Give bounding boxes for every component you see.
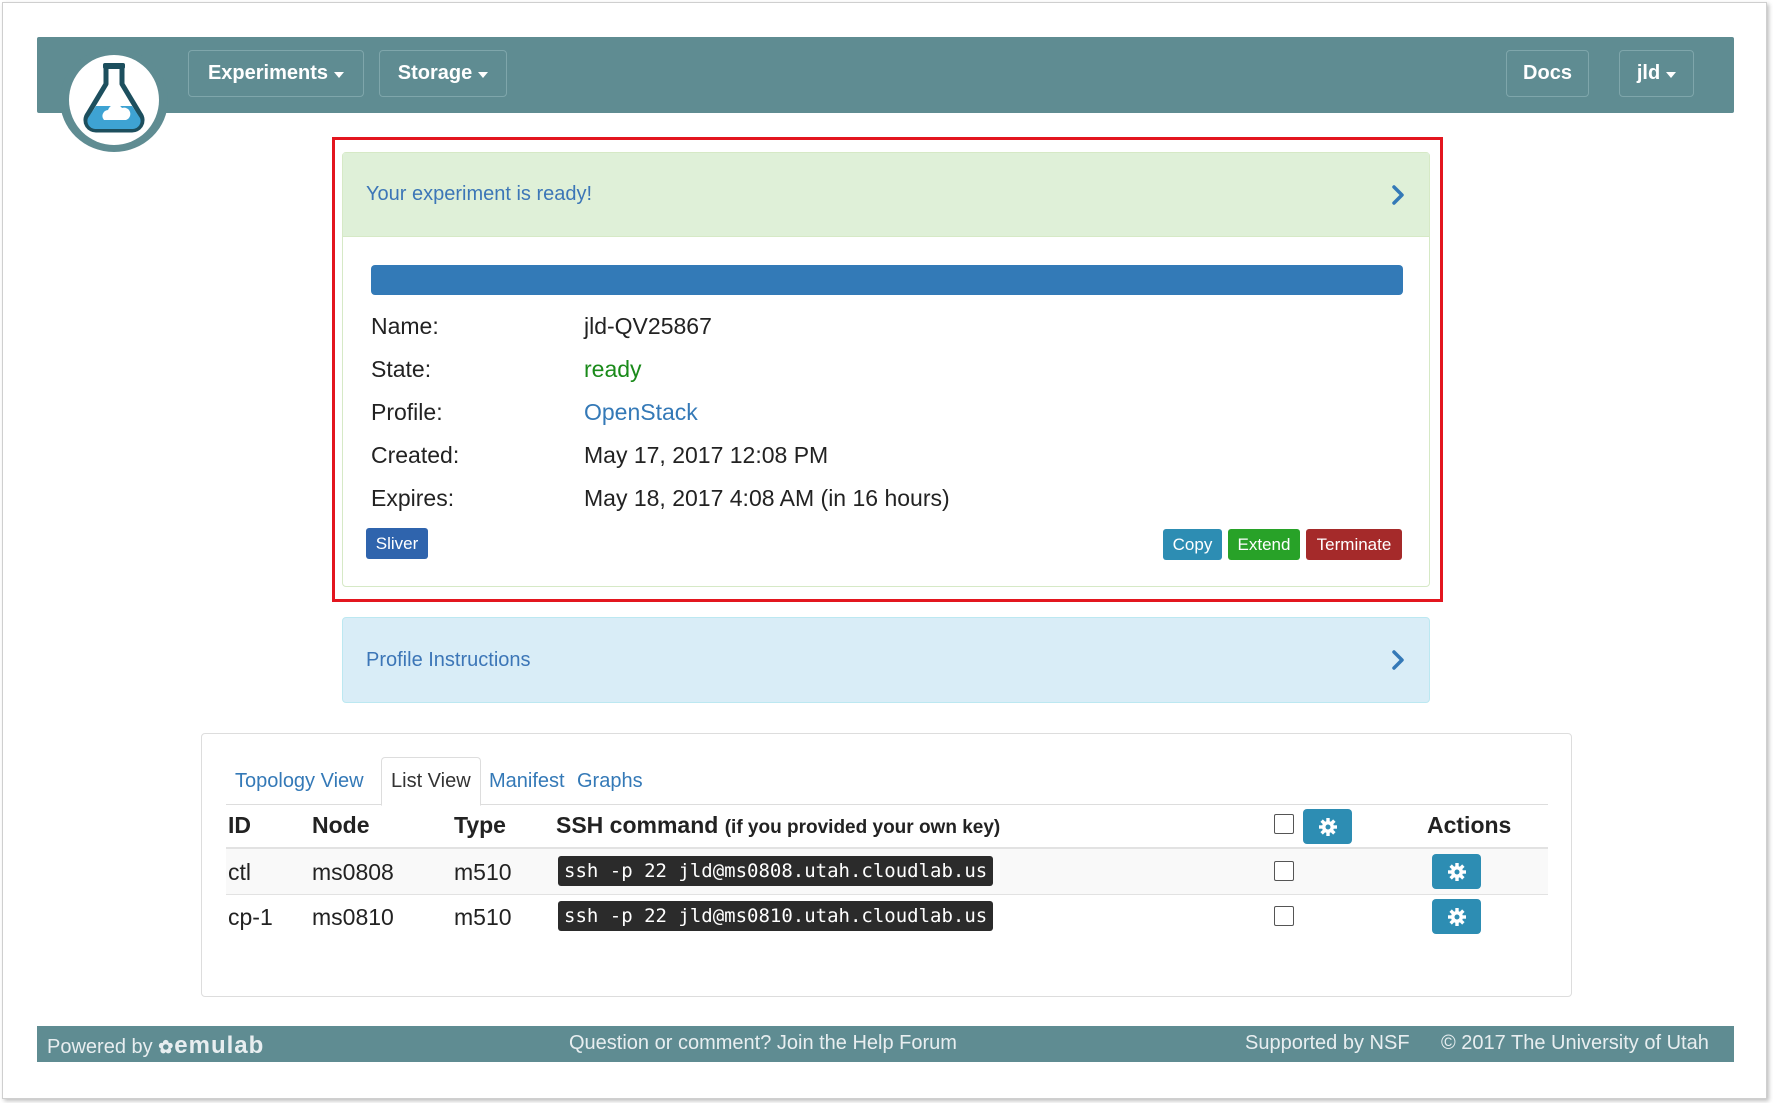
docs-button[interactable]: Docs bbox=[1506, 50, 1589, 97]
caret-down-icon bbox=[334, 72, 345, 78]
row-node: ms0808 bbox=[312, 859, 394, 885]
flask-cloud-icon bbox=[69, 55, 159, 145]
docs-label: Docs bbox=[1523, 62, 1572, 84]
col-header-ssh: SSH command (if you provided your own ke… bbox=[556, 812, 1000, 839]
name-value: jld-QV25867 bbox=[584, 313, 712, 339]
copyright-text: © 2017 The University of Utah bbox=[1441, 1032, 1709, 1054]
chevron-right-icon bbox=[1392, 184, 1404, 205]
row-id: ctl bbox=[228, 859, 251, 885]
view-tabs: Topology View List View Manifest Graphs bbox=[226, 757, 1548, 806]
name-label: Name: bbox=[371, 313, 439, 339]
row-select-checkbox[interactable] bbox=[1274, 861, 1294, 881]
bulk-actions-button[interactable] bbox=[1303, 809, 1352, 844]
row-node: ms0810 bbox=[312, 904, 394, 930]
experiments-menu-button[interactable]: Experiments bbox=[188, 50, 364, 97]
profile-link[interactable]: OpenStack bbox=[584, 399, 698, 426]
row-actions-button[interactable] bbox=[1432, 899, 1481, 934]
nsf-link[interactable]: Supported by NSF bbox=[1245, 1032, 1410, 1055]
emulab-brand-text: emulab bbox=[174, 1032, 265, 1059]
created-label: Created: bbox=[371, 442, 460, 468]
created-value: May 17, 2017 12:08 PM bbox=[584, 442, 829, 468]
ssh-header-note: (if you provided your own key) bbox=[724, 817, 1001, 838]
extend-button-label: Extend bbox=[1237, 534, 1291, 554]
terminate-button-label: Terminate bbox=[1316, 534, 1392, 554]
copy-button[interactable]: Copy bbox=[1163, 529, 1222, 560]
powered-by-label: Powered by bbox=[47, 1036, 153, 1058]
ssh-header-label: SSH command bbox=[556, 812, 719, 838]
experiments-menu-label: Experiments bbox=[207, 62, 329, 84]
gear-icon bbox=[1447, 862, 1466, 881]
tab-graphs[interactable]: Graphs bbox=[568, 757, 652, 805]
tab-topology-view[interactable]: Topology View bbox=[226, 757, 373, 805]
expires-label: Expires: bbox=[371, 485, 455, 511]
profile-instructions-panel[interactable]: Profile Instructions bbox=[342, 617, 1430, 703]
row-select-checkbox[interactable] bbox=[1274, 906, 1294, 926]
profile-instructions-heading: Profile Instructions bbox=[366, 648, 531, 671]
gear-icon bbox=[1447, 907, 1466, 926]
experiment-status-panel: Your experiment is ready! Name: jld-QV25… bbox=[342, 152, 1430, 587]
user-menu-label: jld bbox=[1636, 62, 1661, 84]
footer-powered-by: Powered by ✿emulab bbox=[47, 1032, 264, 1060]
select-all-checkbox[interactable] bbox=[1274, 814, 1294, 834]
experiment-progress-bar bbox=[371, 265, 1403, 295]
row-divider bbox=[226, 894, 1548, 895]
row-actions-button[interactable] bbox=[1432, 854, 1481, 889]
sliver-button[interactable]: Sliver bbox=[366, 528, 428, 559]
ssh-command[interactable]: ssh -p 22 jld@ms0808.utah.cloudlab.us bbox=[558, 856, 994, 886]
row-type: m510 bbox=[454, 904, 512, 930]
expires-value: May 18, 2017 4:08 AM (in 16 hours) bbox=[584, 485, 950, 511]
emulab-logo[interactable]: ✿emulab bbox=[158, 1032, 264, 1059]
copy-button-label: Copy bbox=[1172, 534, 1213, 554]
nodes-list-panel: Topology View List View Manifest Graphs … bbox=[201, 733, 1572, 997]
state-label: State: bbox=[371, 356, 432, 382]
col-header-id: ID bbox=[228, 812, 251, 838]
chevron-right-icon bbox=[1392, 650, 1404, 670]
row-type: m510 bbox=[454, 859, 512, 885]
sliver-button-label: Sliver bbox=[375, 533, 419, 553]
page-footer: Powered by ✿emulab Question or comment? … bbox=[37, 1026, 1734, 1062]
cloudlab-logo[interactable] bbox=[60, 48, 168, 152]
state-value: ready bbox=[584, 356, 642, 382]
terminate-button[interactable]: Terminate bbox=[1306, 529, 1402, 560]
status-panel-heading[interactable]: Your experiment is ready! bbox=[343, 153, 1429, 237]
storage-menu-label: Storage bbox=[397, 62, 473, 84]
caret-down-icon bbox=[478, 72, 489, 78]
ssh-command[interactable]: ssh -p 22 jld@ms0810.utah.cloudlab.us bbox=[558, 901, 994, 931]
col-header-actions: Actions bbox=[1427, 812, 1512, 838]
row-id: cp-1 bbox=[228, 904, 273, 930]
emulab-flower-icon: ✿ bbox=[158, 1037, 175, 1057]
caret-down-icon bbox=[1666, 72, 1677, 78]
gear-icon bbox=[1318, 817, 1337, 836]
storage-menu-button[interactable]: Storage bbox=[379, 50, 507, 97]
help-forum-link[interactable]: Question or comment? Join the Help Forum bbox=[569, 1032, 957, 1055]
tab-manifest[interactable]: Manifest bbox=[480, 757, 574, 805]
profile-label: Profile: bbox=[371, 399, 443, 425]
extend-button[interactable]: Extend bbox=[1228, 529, 1300, 560]
status-heading-text: Your experiment is ready! bbox=[366, 183, 593, 205]
col-header-type: Type bbox=[454, 812, 506, 838]
col-header-node: Node bbox=[312, 812, 370, 838]
user-menu-button[interactable]: jld bbox=[1619, 50, 1694, 97]
tab-list-view[interactable]: List View bbox=[381, 757, 481, 806]
